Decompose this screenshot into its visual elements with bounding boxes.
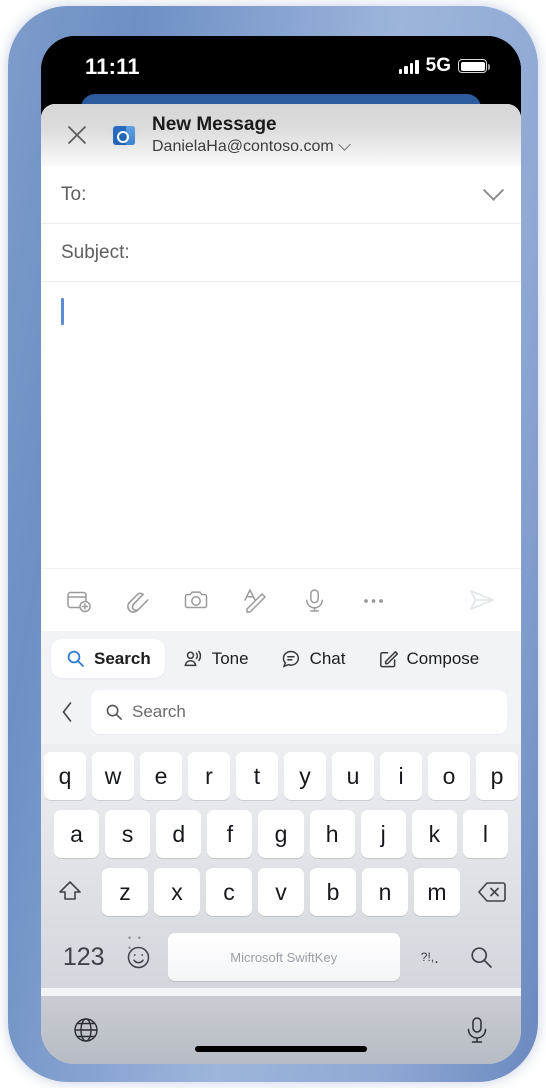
to-label: To: <box>61 183 87 205</box>
compose-sheet: New Message DanielaHa@contoso.com To: Su… <box>41 104 521 1064</box>
key-row-3: z x c v b n m <box>44 868 518 916</box>
key-o[interactable]: o <box>428 752 470 800</box>
key-m[interactable]: m <box>414 868 460 916</box>
microphone-icon[interactable] <box>463 1015 491 1045</box>
key-j[interactable]: j <box>360 810 406 858</box>
compose-toolbar <box>41 568 521 631</box>
signal-bars-icon <box>398 59 419 74</box>
key-x[interactable]: x <box>154 868 200 916</box>
text-caret <box>61 298 64 325</box>
feature-pill-label: Tone <box>211 648 249 668</box>
compose-icon <box>378 648 399 669</box>
key-f[interactable]: f <box>207 810 253 858</box>
chevron-left-icon[interactable] <box>55 701 79 723</box>
key-u[interactable]: u <box>332 752 374 800</box>
search-placeholder: Search <box>132 702 186 721</box>
calendar-add-icon[interactable] <box>63 585 93 615</box>
key-numbers[interactable]: 123 <box>58 943 109 972</box>
subject-field-row[interactable]: Subject: <box>41 224 521 282</box>
key-c[interactable]: c <box>206 868 252 916</box>
search-icon <box>105 703 123 721</box>
emoji-dots: • • • <box>128 932 143 953</box>
feature-pill-label: Chat <box>309 648 346 668</box>
key-row-2: a s d f g h j k l <box>44 810 518 858</box>
key-v[interactable]: v <box>258 868 304 916</box>
feature-pill-search[interactable]: Search <box>51 639 165 678</box>
more-icon[interactable] <box>358 585 388 615</box>
close-icon[interactable] <box>57 115 97 155</box>
account-selector[interactable]: DanielaHa@contoso.com <box>152 137 351 156</box>
keyboard-feature-row: Search Tone Chat Compose <box>41 631 521 686</box>
feature-pill-tone[interactable]: Tone <box>169 639 263 678</box>
key-e[interactable]: e <box>140 752 182 800</box>
key-z[interactable]: z <box>102 868 148 916</box>
status-time: 11:11 <box>85 54 140 79</box>
backspace-icon[interactable] <box>466 868 518 916</box>
key-space[interactable]: Microsoft SwiftKey <box>167 933 400 981</box>
key-h[interactable]: h <box>309 810 355 858</box>
device-frame: 11:11 5G New Message DanielaHa@contoso.c… <box>8 6 538 1082</box>
home-indicator <box>195 1046 367 1052</box>
key-y[interactable]: y <box>284 752 326 800</box>
key-t[interactable]: t <box>236 752 278 800</box>
key-q[interactable]: q <box>44 752 86 800</box>
key-grid: q w e r t y u i o p a s d f g h j k l z … <box>41 744 521 988</box>
globe-icon[interactable] <box>71 1015 101 1045</box>
key-punctuation[interactable]: ?!, . <box>408 948 452 966</box>
to-field-row[interactable]: To: <box>41 166 521 224</box>
chevron-down-icon[interactable] <box>482 179 505 201</box>
compose-header: New Message DanielaHa@contoso.com <box>41 104 521 166</box>
key-a[interactable]: a <box>54 810 100 858</box>
chat-icon <box>281 648 302 669</box>
swiftkey-keyboard: Search Tone Chat Compose Search q w e r … <box>41 631 521 1064</box>
key-s[interactable]: s <box>105 810 151 858</box>
key-punctuation-label: ?!, <box>420 950 435 964</box>
key-r[interactable]: r <box>188 752 230 800</box>
status-indicators: 5G <box>398 55 490 77</box>
shift-icon[interactable] <box>44 868 96 916</box>
search-icon[interactable] <box>460 945 504 970</box>
account-email: DanielaHa@contoso.com <box>152 137 334 155</box>
status-bar: 11:11 5G <box>41 36 521 98</box>
feature-pill-label: Compose <box>406 648 480 668</box>
search-icon <box>65 648 86 669</box>
network-label: 5G <box>425 55 451 76</box>
key-punctuation-dot: . <box>434 948 439 967</box>
microphone-icon[interactable] <box>299 585 329 615</box>
key-i[interactable]: i <box>380 752 422 800</box>
chevron-down-icon <box>337 138 351 151</box>
subject-label: Subject: <box>61 241 130 263</box>
text-format-icon[interactable] <box>240 585 270 615</box>
outlook-icon <box>109 120 139 150</box>
key-row-bottom: 123 • • • Microsoft SwiftKey ?!, . <box>44 926 518 988</box>
key-b[interactable]: b <box>310 868 356 916</box>
feature-pill-label: Search <box>94 648 151 668</box>
feature-pill-chat[interactable]: Chat <box>267 639 360 678</box>
device-screen: 11:11 5G New Message DanielaHa@contoso.c… <box>41 36 521 1064</box>
keyboard-search-row: Search <box>41 686 521 744</box>
header-titles: New Message DanielaHa@contoso.com <box>152 114 351 156</box>
search-input[interactable]: Search <box>91 690 507 734</box>
key-g[interactable]: g <box>258 810 304 858</box>
page-title: New Message <box>152 114 277 136</box>
keyboard-system-row <box>41 996 521 1064</box>
key-p[interactable]: p <box>476 752 518 800</box>
emoji-icon[interactable]: • • • <box>117 933 159 971</box>
key-l[interactable]: l <box>462 810 508 858</box>
feature-pill-compose[interactable]: Compose <box>364 639 494 678</box>
send-icon[interactable] <box>465 583 499 617</box>
key-n[interactable]: n <box>362 868 408 916</box>
battery-icon <box>458 59 490 73</box>
key-row-1: q w e r t y u i o p <box>44 752 518 800</box>
tone-icon <box>183 648 204 669</box>
key-w[interactable]: w <box>92 752 134 800</box>
camera-icon[interactable] <box>181 585 211 615</box>
paperclip-icon[interactable] <box>122 585 152 615</box>
key-d[interactable]: d <box>156 810 202 858</box>
key-k[interactable]: k <box>411 810 457 858</box>
